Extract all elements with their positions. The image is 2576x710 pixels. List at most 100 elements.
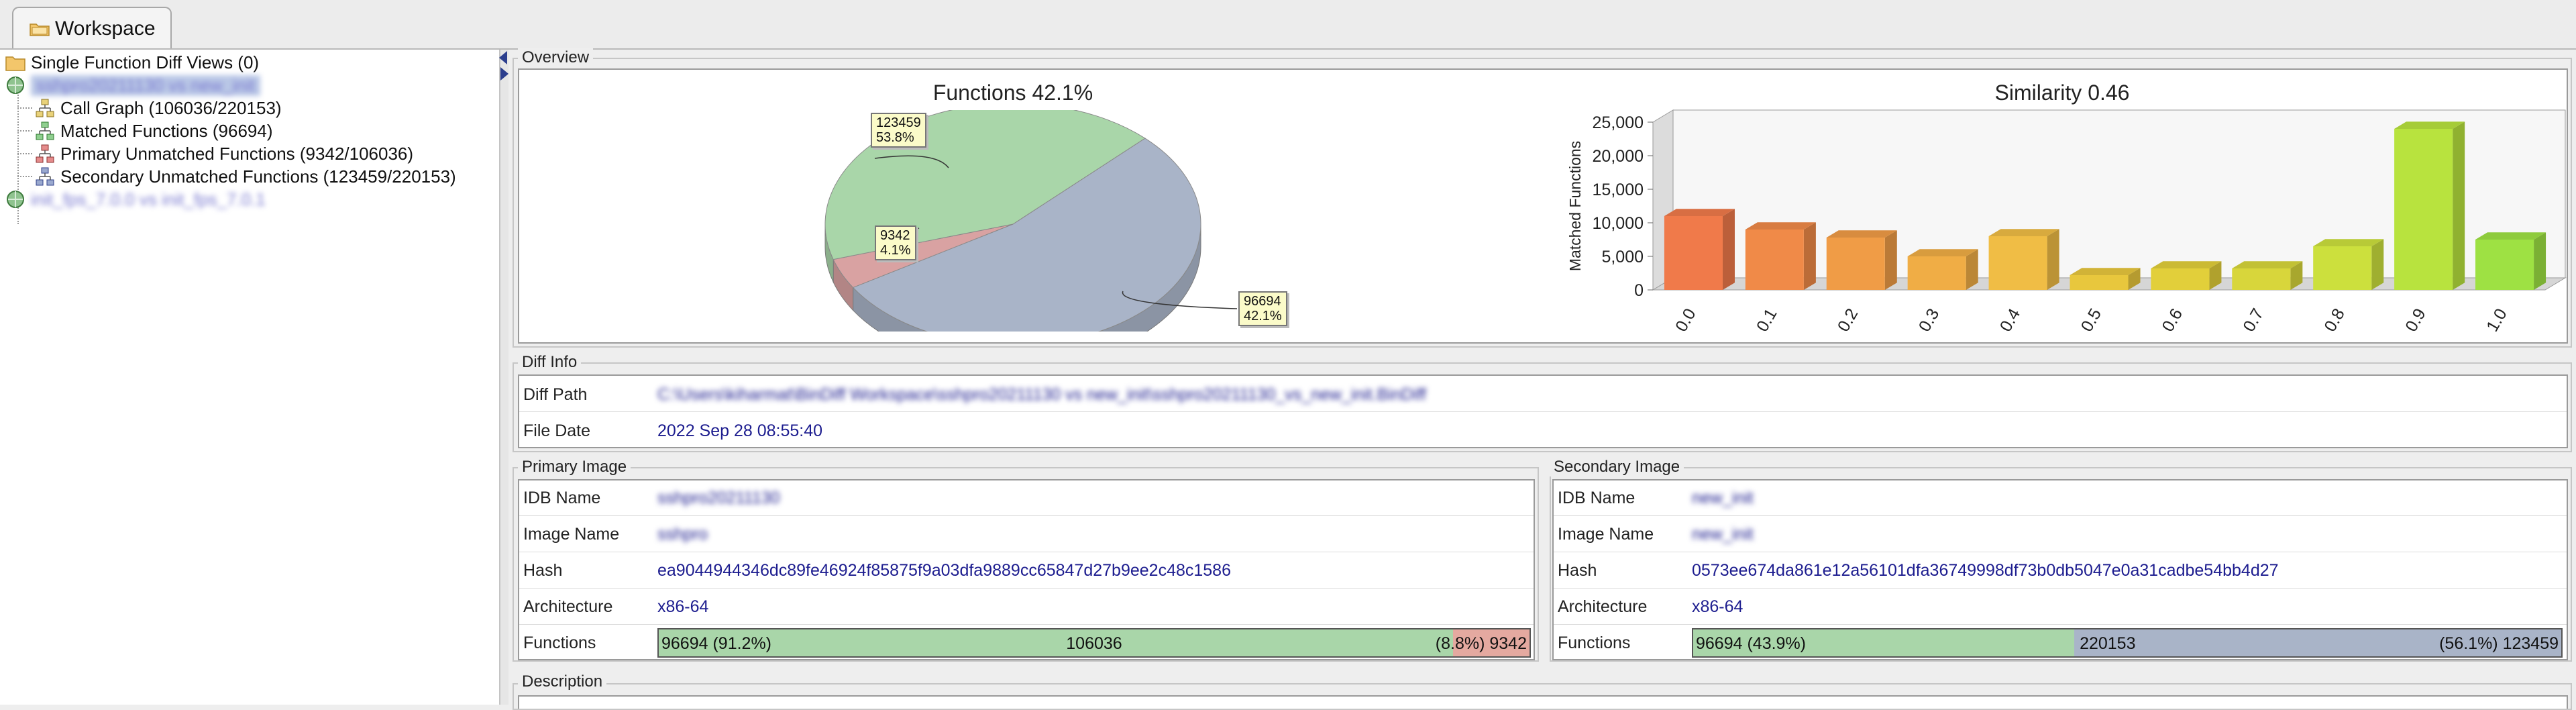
y-axis-label: Matched Functions xyxy=(1566,141,1584,271)
tree-item-label: Matched Functions (96694) xyxy=(60,120,273,141)
hash-value: ea9044944346dc89fe46924f85875f9a03dfa988… xyxy=(657,561,1231,580)
bar-0.6 xyxy=(2151,261,2222,290)
tree-connector xyxy=(17,107,32,109)
tree-item-single-function-diff-views[interactable]: Single Function Diff Views (0) xyxy=(5,51,259,74)
workspace-tree[interactable]: Single Function Diff Views (0) sshpro202… xyxy=(0,50,500,705)
bar-chart: 0 5,000 10,000 15,000 20,000 25,000 Matched Fu… xyxy=(1566,109,2567,335)
tab-workspace[interactable]: Workspace xyxy=(12,7,172,48)
primary-functions-bar: 96694 (91.2%) (8.8%) 9342 106036 xyxy=(657,628,1531,658)
image-name-label: Image Name xyxy=(523,525,620,544)
row-separator xyxy=(1554,624,2567,625)
idb-name-label: IDB Name xyxy=(523,489,601,507)
primary-image-title: Primary Image xyxy=(518,458,631,476)
collapse-left-icon[interactable] xyxy=(499,51,507,64)
secondary-image-title: Secondary Image xyxy=(1550,458,1684,476)
hash-label: Hash xyxy=(523,561,563,580)
total-count: 106036 xyxy=(1066,634,1122,653)
architecture-value: x86-64 xyxy=(657,597,709,616)
matched-segment: 96694 (43.9%) xyxy=(1693,629,2075,656)
row-separator xyxy=(519,411,2567,412)
y-tick-label: 10,000 xyxy=(1593,214,1644,233)
diff-info-panel: Diff Path C:\Users\kiharmat\BinDiff Work… xyxy=(518,374,2568,448)
idb-name-value: new_init xyxy=(1692,489,1754,507)
primary-image-panel: IDB Name sshpro20211130 Image Name sshpr… xyxy=(518,479,1535,660)
row-separator xyxy=(519,515,1534,516)
overview-panel: Functions 42.1% 123459 53.8% 9342 4.1% 9… xyxy=(518,68,2568,344)
tree-item-diff-init-fps[interactable]: init_fps_7.0.0 vs init_fps_7.0.1 xyxy=(5,188,266,211)
pie-callout-label: 96694 42.1% xyxy=(1244,294,1282,323)
idb-name-value: sshpro20211130 xyxy=(657,489,780,507)
x-tick-label: 0.2 xyxy=(1834,305,1862,335)
architecture-label: Architecture xyxy=(523,597,613,616)
image-name-label: Image Name xyxy=(1558,525,1654,544)
x-tick-label: 0.7 xyxy=(2239,305,2267,335)
tree-item-primary-unmatched[interactable]: Primary Unmatched Functions (9342/106036… xyxy=(35,142,413,165)
expand-right-icon[interactable] xyxy=(500,67,508,81)
x-tick-label: 0.4 xyxy=(1996,305,2025,335)
diff-globe-icon xyxy=(5,75,25,95)
tab-label: Workspace xyxy=(55,17,156,40)
bar-0.7 xyxy=(2232,261,2303,290)
tree-item-label: Single Function Diff Views (0) xyxy=(31,52,260,72)
pie-callout-primary-unmatched: 9342 4.1% xyxy=(875,225,916,260)
bar-0.9 xyxy=(2394,121,2465,290)
tree-item-label: Primary Unmatched Functions (9342/106036… xyxy=(60,143,414,164)
tree-item-diff-sshpro[interactable]: sshpro20211130 vs new_init xyxy=(5,74,260,97)
image-name-value: new_init xyxy=(1692,525,1754,544)
tree-item-label: Secondary Unmatched Functions (123459/22… xyxy=(60,166,456,187)
tree-item-secondary-unmatched[interactable]: Secondary Unmatched Functions (123459/22… xyxy=(35,165,456,188)
hash-label: Hash xyxy=(1558,561,1597,580)
tree-item-label: init_fps_7.0.0 vs init_fps_7.0.1 xyxy=(31,189,266,209)
y-tick-label: 25,000 xyxy=(1593,113,1644,132)
secondary-unmatched-icon xyxy=(35,166,55,187)
idb-name-label: IDB Name xyxy=(1558,489,1635,507)
diff-globe-icon xyxy=(5,189,25,209)
x-tick-label: 0.6 xyxy=(2158,305,2186,335)
pie-callout-secondary-unmatched: 123459 53.8% xyxy=(871,113,926,148)
unmatched-count: (56.1%) 123459 xyxy=(2439,634,2559,653)
y-tick-label: 15,000 xyxy=(1593,181,1644,199)
bar-1.0 xyxy=(2475,232,2546,290)
y-tick-label: 5,000 xyxy=(1601,248,1644,266)
row-separator xyxy=(519,588,1534,589)
matched-count: 96694 (91.2%) xyxy=(661,634,772,653)
tree-item-label: Call Graph (106036/220153) xyxy=(60,97,282,118)
y-tick-label: 20,000 xyxy=(1593,147,1644,166)
description-panel[interactable] xyxy=(518,695,2568,709)
diff-info-title: Diff Info xyxy=(518,353,582,372)
matched-segment: 96694 (91.2%) xyxy=(659,629,1453,656)
image-name-value: sshpro xyxy=(657,525,708,544)
x-tick-label: 1.0 xyxy=(2483,305,2511,335)
folder-icon xyxy=(5,52,25,72)
folder-icon xyxy=(30,21,50,36)
pie-chart-title: Functions 42.1% xyxy=(932,81,1093,105)
tree-item-call-graph[interactable]: Call Graph (106036/220153) xyxy=(35,97,282,119)
pie-callout-label: 9342 4.1% xyxy=(880,228,911,258)
tree-connector xyxy=(17,153,32,154)
bar-0.2 xyxy=(1826,230,1897,290)
y-tick-label: 0 xyxy=(1634,281,1644,300)
unmatched-segment: (8.8%) 9342 xyxy=(1436,629,1529,656)
functions-label: Functions xyxy=(1558,633,1631,652)
panel-splitter[interactable] xyxy=(500,50,508,705)
x-tick-label: 0.1 xyxy=(1753,305,1781,335)
tree-item-matched-functions[interactable]: Matched Functions (96694) xyxy=(35,119,273,142)
row-separator xyxy=(1554,588,2567,589)
pie-chart xyxy=(824,110,1238,332)
unmatched-segment: 220153 (56.1%) 123459 xyxy=(2074,629,2561,656)
x-tick-label: 0.5 xyxy=(2078,305,2106,335)
bar-0.8 xyxy=(2313,239,2384,290)
pie-callout-matched: 96694 42.1% xyxy=(1238,291,1287,326)
diff-path-label: Diff Path xyxy=(523,385,588,404)
matched-count: 96694 (43.9%) xyxy=(1696,634,1807,653)
row-separator xyxy=(519,624,1534,625)
tree-item-label: sshpro20211130 vs new_init xyxy=(31,74,260,96)
file-date-value: 2022 Sep 28 08:55:40 xyxy=(657,421,823,440)
unmatched-count: (8.8%) 9342 xyxy=(1435,634,1527,653)
hash-value: 0573ee674da861e12a56101dfa36749998df73b0… xyxy=(1692,561,2279,580)
tree-connector xyxy=(17,130,32,132)
pie-callout-label: 123459 53.8% xyxy=(876,115,921,145)
x-tick-label: 0.0 xyxy=(1672,305,1700,335)
bar-chart-title: Similarity 0.46 xyxy=(1994,81,2130,105)
bar-0.1 xyxy=(1745,222,1816,290)
